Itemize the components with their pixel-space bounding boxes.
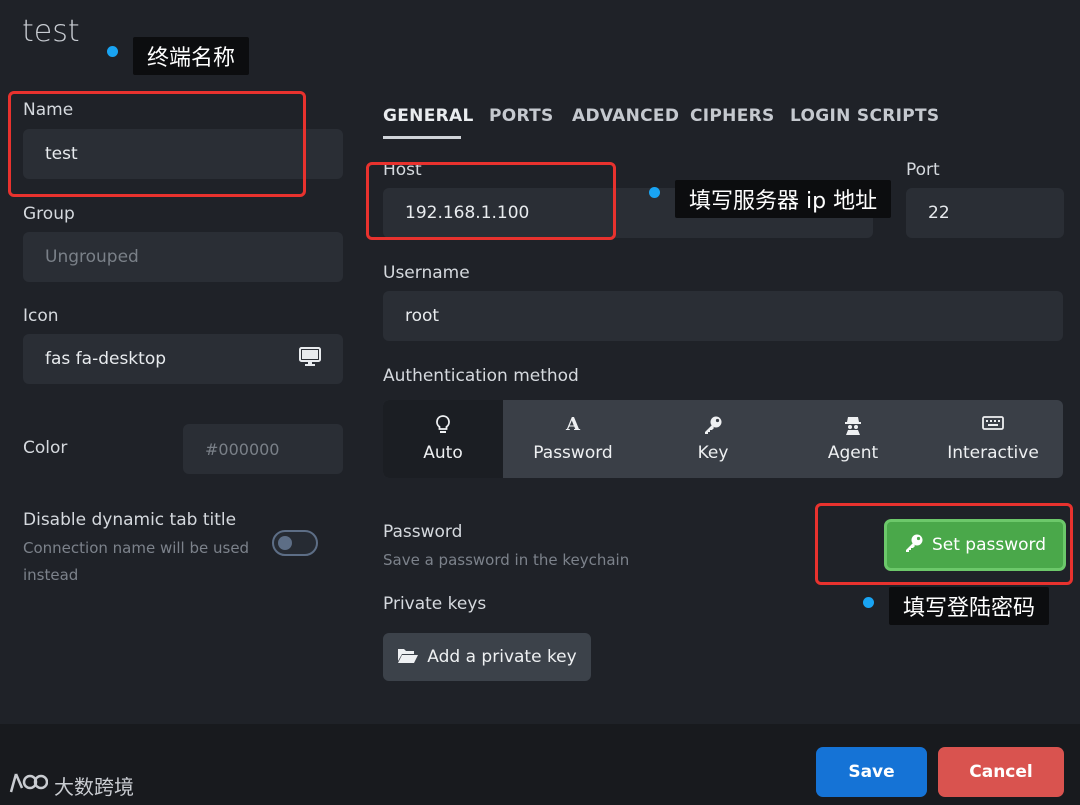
auth-method-label: Authentication method — [383, 366, 579, 386]
name-highlight-box — [8, 91, 306, 197]
watermark-text: 大数跨境 — [54, 775, 134, 799]
watermark: 大数跨境 — [8, 770, 134, 801]
font-a-icon: A — [566, 414, 580, 435]
color-input[interactable]: #000000 — [183, 424, 343, 474]
auth-option-label: Key — [697, 443, 729, 463]
auth-method-selector: Auto A Password Key Agent Interactive — [383, 400, 1063, 478]
password-callout: 填写登陆密码 — [889, 587, 1050, 625]
auth-option-label: Interactive — [947, 443, 1039, 463]
toggle-knob — [278, 536, 292, 550]
disable-tab-title-label: Disable dynamic tab title — [23, 510, 237, 530]
key-icon — [703, 415, 723, 435]
username-input[interactable]: root — [383, 291, 1063, 341]
auth-option-interactive[interactable]: Interactive — [923, 400, 1063, 478]
icon-input[interactable]: fas fa-desktop — [23, 334, 343, 384]
password-highlight-box — [815, 503, 1073, 585]
callout-dot — [863, 597, 874, 608]
icon-label: Icon — [23, 306, 59, 326]
cancel-button[interactable]: Cancel — [938, 747, 1064, 797]
lightbulb-icon — [435, 415, 451, 435]
auth-option-password[interactable]: A Password — [503, 400, 643, 478]
password-desc: Save a password in the keychain — [383, 551, 630, 569]
save-button[interactable]: Save — [816, 747, 927, 797]
tab-ports[interactable]: PORTS — [489, 106, 554, 126]
folder-open-icon — [397, 646, 419, 669]
tab-ciphers[interactable]: CIPHERS — [690, 106, 775, 126]
icon-input-value: fas fa-desktop — [45, 349, 167, 369]
watermark-logo-icon — [8, 770, 49, 801]
group-input[interactable]: Ungrouped — [23, 232, 343, 282]
auth-option-agent[interactable]: Agent — [783, 400, 923, 478]
disable-tab-title-toggle[interactable] — [272, 530, 318, 556]
host-callout: 填写服务器 ip 地址 — [675, 180, 892, 218]
host-highlight-box — [366, 162, 616, 240]
color-label: Color — [23, 438, 68, 458]
auth-option-auto[interactable]: Auto — [383, 400, 503, 478]
auth-option-label: Auto — [423, 443, 463, 463]
auth-option-key[interactable]: Key — [643, 400, 783, 478]
password-label: Password — [383, 522, 463, 542]
auth-option-label: Agent — [827, 443, 879, 463]
tab-general[interactable]: GENERAL — [383, 106, 474, 126]
disable-tab-title-desc-2: instead — [23, 566, 79, 584]
agent-icon — [844, 415, 862, 435]
keyboard-icon — [982, 415, 1004, 435]
page-title: test — [22, 14, 80, 49]
tab-login-scripts[interactable]: LOGIN SCRIPTS — [790, 106, 939, 126]
callout-dot — [107, 46, 118, 57]
username-label: Username — [383, 263, 470, 283]
private-keys-label: Private keys — [383, 594, 487, 614]
active-tab-indicator — [383, 136, 461, 139]
group-label: Group — [23, 204, 75, 224]
disable-tab-title-desc: Connection name will be used — [23, 539, 250, 557]
callout-dot — [649, 187, 660, 198]
add-private-key-label: Add a private key — [427, 647, 577, 667]
port-label: Port — [906, 160, 940, 180]
tab-advanced[interactable]: ADVANCED — [572, 106, 679, 126]
name-callout: 终端名称 — [133, 37, 250, 75]
auth-option-label: Password — [533, 443, 613, 463]
desktop-icon — [299, 346, 321, 372]
port-input[interactable]: 22 — [906, 188, 1064, 238]
add-private-key-button[interactable]: Add a private key — [383, 633, 591, 681]
